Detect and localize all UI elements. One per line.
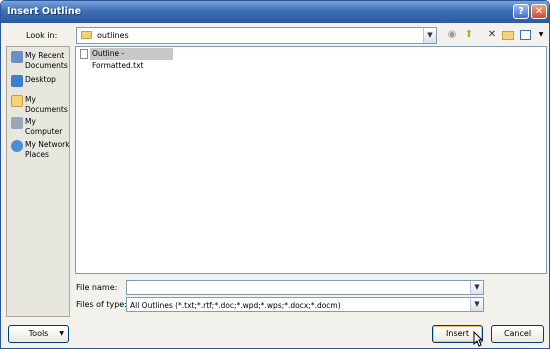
mouse-cursor-icon [473,331,483,347]
dialog-toolbar: ◉ ⬆ ✕ ▼ [445,28,547,44]
close-button[interactable]: ✕ [531,4,547,19]
place-label: Desktop [25,75,56,84]
insert-outline-dialog: Insert Outline ? ✕ Look in: outlines ▼ ◉… [0,0,550,349]
views-icon[interactable] [519,28,533,42]
title-bar: Insert Outline ? ✕ [1,1,549,23]
look-in-label: Look in: [26,31,58,40]
views-dropdown-icon[interactable]: ▼ [534,28,548,42]
place-label: My Computer [25,117,63,136]
file-name-input[interactable]: ▼ [126,280,484,295]
look-in-dropdown[interactable]: outlines ▼ [76,27,437,44]
file-name-label: File name: [76,283,118,292]
tools-label: Tools [28,329,49,338]
text-file-icon [80,49,88,59]
my-documents-icon [11,95,23,107]
network-places-icon [11,140,23,152]
my-computer-icon [11,117,23,129]
chevron-down-icon[interactable]: ▼ [470,281,483,294]
list-item[interactable]: Outline - Formatted.txt [78,48,173,70]
files-of-type-select[interactable]: All Outlines (*.txt;*.rtf;*.doc;*.wpd;*.… [126,297,484,312]
place-label: My Documents [25,95,68,114]
dialog-title: Insert Outline [7,6,82,17]
place-label: My Network Places [25,140,70,159]
desktop-icon [11,75,23,87]
look-in-value: outlines [97,31,129,40]
files-of-type-value: All Outlines (*.txt;*.rtf;*.doc;*.wpd;*.… [130,301,341,310]
chevron-down-icon: ▼ [59,330,64,337]
place-label: My Recent Documents [25,51,68,70]
file-list[interactable]: Outline - Formatted.txt [75,46,547,274]
folder-icon [81,31,92,39]
file-name-label: Outline - Formatted.txt [90,48,173,70]
help-button[interactable]: ? [513,4,529,19]
places-bar: My Recent Documents Desktop My Documents… [6,46,70,317]
files-of-type-label: Files of type: [76,300,127,309]
delete-icon[interactable]: ✕ [485,28,499,42]
cancel-button[interactable]: Cancel [491,325,544,343]
chevron-down-icon[interactable]: ▼ [423,28,436,43]
chevron-down-icon[interactable]: ▼ [470,298,483,311]
tools-button[interactable]: Tools ▼ [8,325,69,343]
up-one-level-icon[interactable]: ⬆ [462,28,476,42]
recent-documents-icon [11,51,23,63]
new-folder-icon[interactable] [501,28,515,42]
back-icon[interactable]: ◉ [445,28,459,42]
